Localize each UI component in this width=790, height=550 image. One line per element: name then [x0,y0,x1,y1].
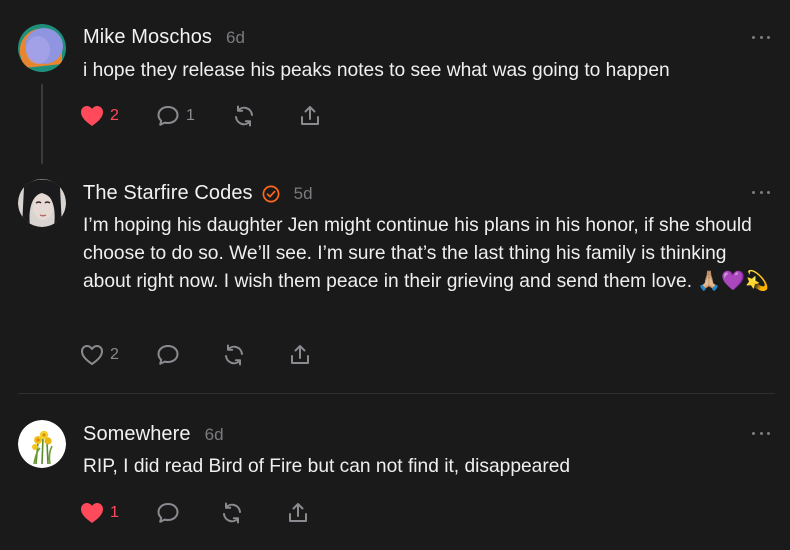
like-button[interactable]: 1 [80,500,156,526]
comment-author[interactable]: The Starfire Codes [83,182,253,205]
restack-button[interactable] [222,342,288,368]
comment-author[interactable]: Somewhere [83,423,191,446]
share-icon [291,345,309,364]
like-button[interactable]: 2 [80,103,156,129]
reply-button[interactable] [156,500,220,526]
more-icon[interactable] [752,34,770,40]
reply-button[interactable] [156,342,222,368]
reply-button[interactable]: 1 [156,103,232,129]
like-count: 1 [110,504,119,521]
restack-button[interactable] [220,500,286,526]
share-button[interactable] [298,103,322,129]
more-icon[interactable] [752,430,770,436]
avatar[interactable] [18,420,66,468]
avatar[interactable] [18,24,66,72]
share-button[interactable] [288,342,312,368]
comment-text: i hope they release his peaks notes to s… [83,60,670,81]
avatar[interactable] [18,179,66,227]
comment-time[interactable]: 6d [226,28,245,48]
more-icon[interactable] [752,189,770,195]
restack-icon [235,105,253,127]
share-icon [301,106,319,125]
comment-icon [157,106,179,126]
comment-text: I’m hoping his daughter Jen might contin… [83,215,770,292]
restack-icon [225,344,243,366]
share-icon [289,503,307,522]
restack-button[interactable] [232,103,298,129]
comment-icon [157,345,179,365]
restack-icon [223,502,241,524]
like-button[interactable]: 2 [80,342,156,368]
divider [18,393,775,394]
like-count: 2 [110,346,119,363]
verified-icon [262,185,280,202]
heart-icon [81,106,103,126]
comment-icon [157,503,179,523]
comment-author[interactable]: Mike Moschos [83,26,212,49]
comment-text: RIP, I did read Bird of Fire but can not… [83,456,571,477]
reply-count: 1 [186,107,195,124]
thread-line [41,84,43,164]
heart-icon [81,503,103,523]
heart-icon [81,345,103,365]
like-count: 2 [110,107,119,124]
comment-time[interactable]: 6d [205,425,224,445]
share-button[interactable] [286,500,310,526]
comment-time[interactable]: 5d [294,184,313,204]
